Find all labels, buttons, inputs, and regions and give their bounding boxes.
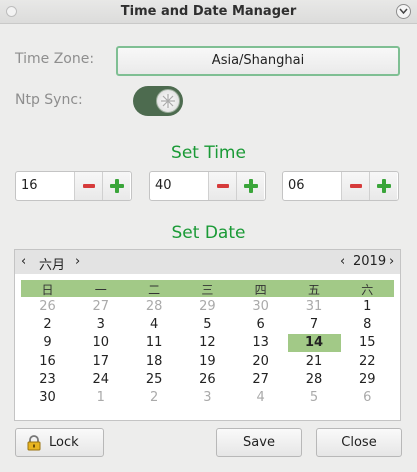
calendar-day[interactable]: 4 <box>128 316 181 334</box>
minus-icon <box>217 184 229 188</box>
minutes-increment-button[interactable] <box>236 172 264 200</box>
hours-increment-button[interactable] <box>102 172 130 200</box>
calendar-day[interactable]: 14 <box>287 334 341 353</box>
title-bar: Time and Date Manager <box>0 0 417 24</box>
calendar-day[interactable]: 26 <box>181 371 234 389</box>
weekday-label: 三 <box>201 283 214 297</box>
calendar-day[interactable]: 21 <box>288 353 341 371</box>
weekday-label: 五 <box>307 283 320 297</box>
lock-button[interactable]: Lock <box>15 428 104 457</box>
calendar-day[interactable]: 15 <box>341 334 394 352</box>
plus-icon-vertical <box>115 179 119 193</box>
weekday-label: 六 <box>361 283 374 297</box>
calendar-day[interactable]: 3 <box>181 389 234 407</box>
minutes-value[interactable]: 40 <box>155 178 172 193</box>
calendar-day[interactable]: 4 <box>234 389 287 407</box>
calendar-day[interactable]: 27 <box>74 298 127 316</box>
hours-spinner[interactable]: 16 <box>15 171 132 201</box>
calendar-day[interactable]: 25 <box>128 371 181 389</box>
calendar-day[interactable]: 16 <box>21 353 74 371</box>
calendar-day[interactable]: 6 <box>234 316 287 334</box>
seconds-spinner[interactable]: 06 <box>282 171 399 201</box>
seconds-value[interactable]: 06 <box>288 178 305 193</box>
calendar-day[interactable]: 18 <box>128 353 181 371</box>
calendar-day[interactable]: 22 <box>341 353 394 371</box>
calendar-day[interactable]: 8 <box>341 316 394 334</box>
timezone-label: Time Zone: <box>15 51 95 67</box>
year-label: 2019 <box>353 254 387 269</box>
month-label: 六月 <box>39 258 66 273</box>
calendar-day[interactable]: 6 <box>341 389 394 407</box>
calendar-day[interactable]: 13 <box>234 334 287 352</box>
calendar-day[interactable]: 9 <box>21 334 74 352</box>
seconds-increment-button[interactable] <box>369 172 397 200</box>
prev-month-chevron-icon[interactable]: ‹ <box>21 254 26 269</box>
minutes-spinner[interactable]: 40 <box>149 171 266 201</box>
calendar-day[interactable]: 7 <box>288 316 341 334</box>
calendar-day[interactable]: 2 <box>21 316 74 334</box>
minutes-decrement-button[interactable] <box>208 172 236 200</box>
close-button[interactable]: Close <box>316 428 402 457</box>
calendar-day[interactable]: 10 <box>74 334 127 352</box>
calendar-day[interactable]: 26 <box>21 298 74 316</box>
calendar-day[interactable]: 20 <box>234 353 287 371</box>
hours-value[interactable]: 16 <box>21 178 38 193</box>
weekday-label: 一 <box>94 283 107 297</box>
calendar-day[interactable]: 5 <box>288 389 341 407</box>
calendar-day[interactable]: 28 <box>288 371 341 389</box>
calendar-day[interactable]: 28 <box>128 298 181 316</box>
lock-icon <box>27 435 41 451</box>
calendar-header: ‹ 六月 › ‹ 2019 › <box>15 250 400 274</box>
calendar-day[interactable]: 5 <box>181 316 234 334</box>
timezone-button[interactable]: Asia/Shanghai <box>116 46 400 76</box>
calendar-day[interactable]: 24 <box>74 371 127 389</box>
calendar-day[interactable]: 2 <box>128 389 181 407</box>
next-year-chevron-icon[interactable]: › <box>389 254 394 269</box>
calendar-day[interactable]: 23 <box>21 371 74 389</box>
lock-label: Lock <box>49 435 79 450</box>
weekday-header-row: 日一二三四五六 <box>21 280 394 297</box>
prev-year-chevron-icon[interactable]: ‹ <box>340 254 345 269</box>
seconds-decrement-button[interactable] <box>341 172 369 200</box>
ntp-sync-label: Ntp Sync: <box>15 92 83 108</box>
weekday-label: 四 <box>254 283 267 297</box>
ntp-sync-toggle[interactable] <box>133 86 183 116</box>
save-button[interactable]: Save <box>216 428 302 457</box>
hours-decrement-button[interactable] <box>74 172 102 200</box>
calendar-day[interactable]: 12 <box>181 334 234 352</box>
plus-icon-vertical <box>382 179 386 193</box>
calendar-day[interactable]: 31 <box>288 298 341 316</box>
calendar-day[interactable]: 3 <box>74 316 127 334</box>
calendar-day[interactable]: 11 <box>128 334 181 352</box>
calendar-day[interactable]: 29 <box>341 371 394 389</box>
calendar-day[interactable]: 27 <box>234 371 287 389</box>
plus-icon-vertical <box>249 179 253 193</box>
calendar-day[interactable]: 30 <box>234 298 287 316</box>
calendar-day[interactable]: 30 <box>21 389 74 407</box>
window-title: Time and Date Manager <box>120 4 297 19</box>
toggle-knob <box>156 89 180 113</box>
calendar-day[interactable]: 1 <box>74 389 127 407</box>
minus-icon <box>83 184 95 188</box>
set-time-heading: Set Time <box>171 143 246 163</box>
calendar-day[interactable]: 17 <box>74 353 127 371</box>
calendar-day[interactable]: 29 <box>181 298 234 316</box>
weekday-label: 二 <box>148 283 161 297</box>
calendar-day[interactable]: 1 <box>341 298 394 316</box>
minus-icon <box>350 184 362 188</box>
weekday-label: 日 <box>41 283 54 297</box>
calendar-day[interactable]: 19 <box>181 353 234 371</box>
chevron-down-icon[interactable] <box>396 4 411 19</box>
calendar[interactable]: ‹ 六月 › ‹ 2019 › 日一二三四五六 26 27 28 29 30 31 1 2 3 4… <box>14 249 401 421</box>
set-date-heading: Set Date <box>171 223 246 243</box>
next-month-chevron-icon[interactable]: › <box>75 254 80 269</box>
